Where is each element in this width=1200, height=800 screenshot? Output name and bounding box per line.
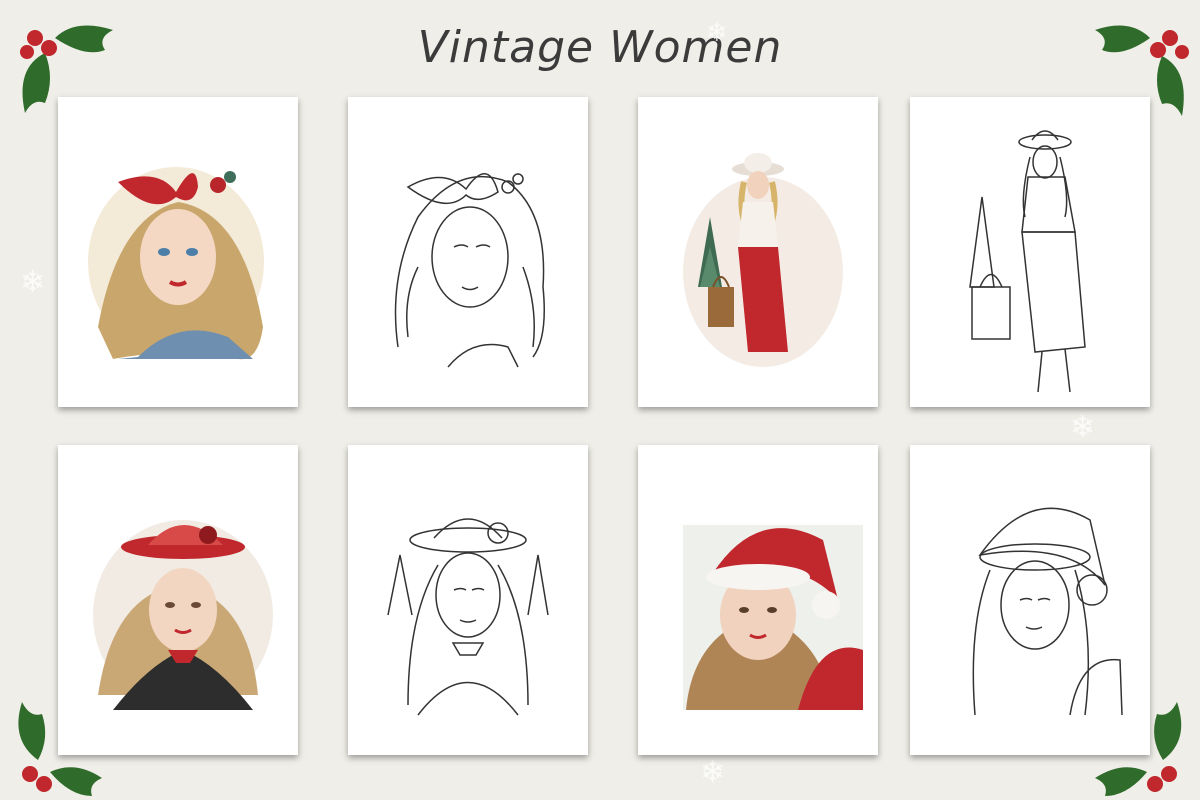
card-woman-hat-lineart bbox=[348, 445, 588, 755]
woman-walking-lineart bbox=[969, 130, 1086, 393]
card-woman-hat-walking-lineart bbox=[910, 97, 1150, 407]
woman-portrait-lineart bbox=[394, 173, 545, 368]
snowflake-icon: ❄ bbox=[20, 265, 46, 300]
card-woman-bow-lineart bbox=[348, 97, 588, 407]
card-woman-red-bow-color bbox=[58, 97, 298, 407]
woman-walking-image bbox=[683, 153, 843, 367]
card-woman-santa-hat-lineart bbox=[910, 445, 1150, 755]
card-woman-santa-hat-color bbox=[638, 445, 878, 755]
woman-portrait-image bbox=[93, 520, 273, 710]
snowflake-icon: ❄ bbox=[700, 755, 726, 790]
woman-portrait-lineart bbox=[972, 507, 1123, 716]
card-woman-red-hat-color bbox=[58, 445, 298, 755]
woman-portrait-image bbox=[683, 525, 863, 710]
woman-portrait-lineart bbox=[387, 518, 549, 716]
woman-portrait-image bbox=[88, 167, 264, 360]
page-title: Vintage Women bbox=[417, 22, 783, 73]
snowflake-icon: ❄ bbox=[706, 18, 728, 48]
snowflake-icon: ❄ bbox=[1070, 410, 1096, 445]
card-woman-hat-walking-color bbox=[638, 97, 878, 407]
